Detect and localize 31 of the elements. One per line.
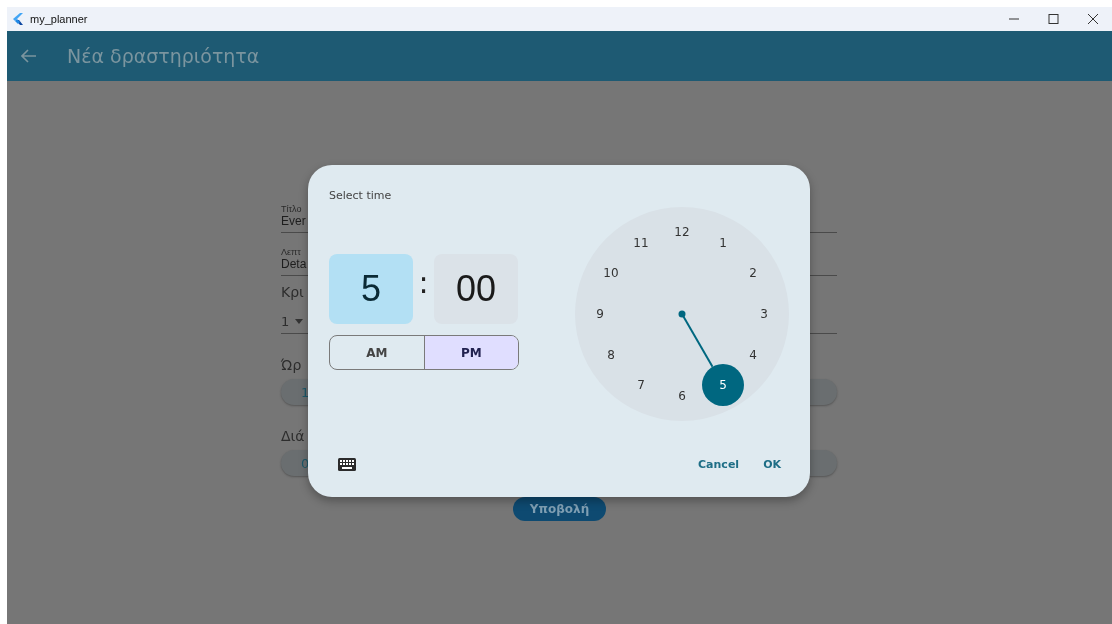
clock-number[interactable]: 3 <box>760 307 768 321</box>
dialog-title: Select time <box>329 189 393 202</box>
dialog-action-button[interactable]: OK <box>755 452 789 477</box>
period-toggle[interactable]: AM <box>330 336 424 369</box>
clock-number[interactable]: 9 <box>596 307 604 321</box>
minute-field[interactable]: 00 <box>434 254 518 324</box>
hour-field[interactable]: 5 <box>329 254 413 324</box>
period-toggle[interactable]: PM <box>423 336 518 369</box>
clock-number[interactable]: 5 <box>702 364 744 406</box>
back-arrow-icon[interactable] <box>21 49 37 63</box>
clock-number[interactable]: 12 <box>674 225 690 239</box>
page-title: Νέα δραστηριότητα <box>67 45 260 67</box>
clock-number[interactable]: 7 <box>637 378 645 392</box>
clock-number[interactable]: 2 <box>749 266 757 280</box>
field-label: Διά <box>281 428 305 444</box>
clock-number[interactable]: 8 <box>607 348 615 362</box>
field-label: Κρι <box>281 284 304 300</box>
clock-number[interactable]: 6 <box>678 389 686 403</box>
clock-number[interactable]: 4 <box>749 348 757 362</box>
clock-hand[interactable] <box>678 310 714 368</box>
clock-number[interactable]: 1 <box>719 236 727 250</box>
app-logo-icon <box>13 13 23 25</box>
time-separator: : <box>417 264 430 300</box>
dialog-action-button[interactable]: Cancel <box>690 452 748 477</box>
window-title: my_planner <box>30 13 89 25</box>
clock-dial[interactable] <box>575 207 789 421</box>
clock-number[interactable]: 10 <box>603 266 619 280</box>
field-label: Ώρ <box>281 357 302 373</box>
clock-number[interactable]: 11 <box>633 236 649 250</box>
dropdown-caret-icon <box>295 319 304 324</box>
keyboard-icon[interactable] <box>338 458 356 471</box>
